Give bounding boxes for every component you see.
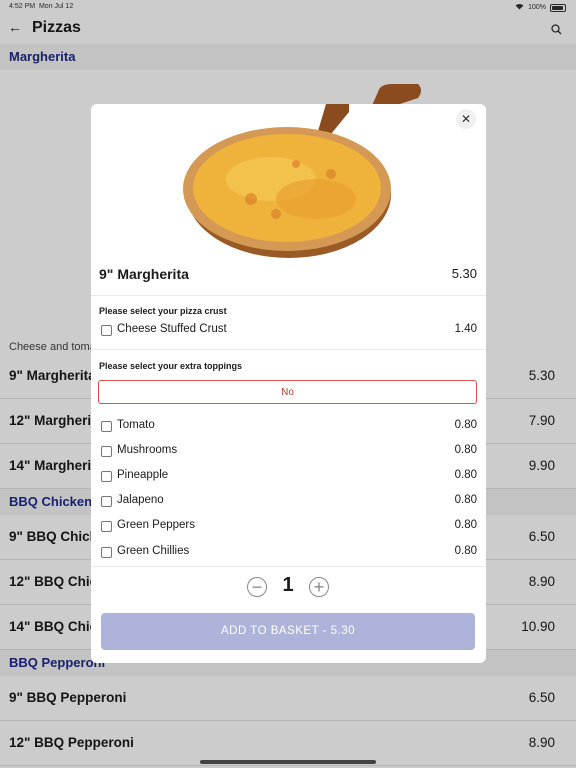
crust-section-label: Please select your pizza crust (99, 306, 227, 316)
product-price: 5.30 (451, 266, 477, 281)
checkbox[interactable] (101, 471, 112, 482)
plus-icon: + (313, 577, 325, 597)
topping-option-pineapple[interactable]: Pineapple 0.80 (99, 468, 477, 486)
checkbox[interactable] (101, 547, 112, 558)
product-title: 9" Margherita (99, 266, 189, 282)
close-icon: ✕ (460, 112, 472, 126)
home-indicator[interactable] (200, 760, 376, 764)
close-modal-button[interactable]: ✕ (456, 109, 476, 129)
topping-option-mushrooms[interactable]: Mushrooms 0.80 (99, 443, 477, 461)
checkbox[interactable] (101, 325, 112, 336)
topping-option-jalapeno[interactable]: Jalapeno 0.80 (99, 493, 477, 511)
minus-icon: − (251, 577, 263, 597)
checkbox[interactable] (101, 421, 112, 432)
topping-option-green-peppers[interactable]: Green Peppers 0.80 (99, 518, 477, 536)
crust-option[interactable]: Cheese Stuffed Crust 1.40 (99, 322, 477, 340)
divider (91, 349, 486, 350)
topping-option-tomato[interactable]: Tomato 0.80 (99, 418, 477, 436)
quantity-value: 1 (282, 574, 294, 596)
divider (91, 295, 486, 296)
pizza-image: ✕ (91, 104, 486, 259)
quantity-decrease-button[interactable]: − (247, 577, 267, 597)
product-options-modal: ✕ 9" Margherita 5.30 Please select your … (91, 104, 486, 663)
add-to-basket-button[interactable]: ADD TO BASKET - 5.30 (101, 613, 475, 650)
checkbox[interactable] (101, 521, 112, 532)
no-toppings-button[interactable]: No (98, 380, 477, 404)
checkbox[interactable] (101, 446, 112, 457)
checkbox[interactable] (101, 496, 112, 507)
topping-option-green-chillies[interactable]: Green Chillies 0.80 (99, 544, 477, 562)
quantity-increase-button[interactable]: + (309, 577, 329, 597)
divider (91, 566, 486, 567)
toppings-section-label: Please select your extra toppings (99, 361, 243, 371)
